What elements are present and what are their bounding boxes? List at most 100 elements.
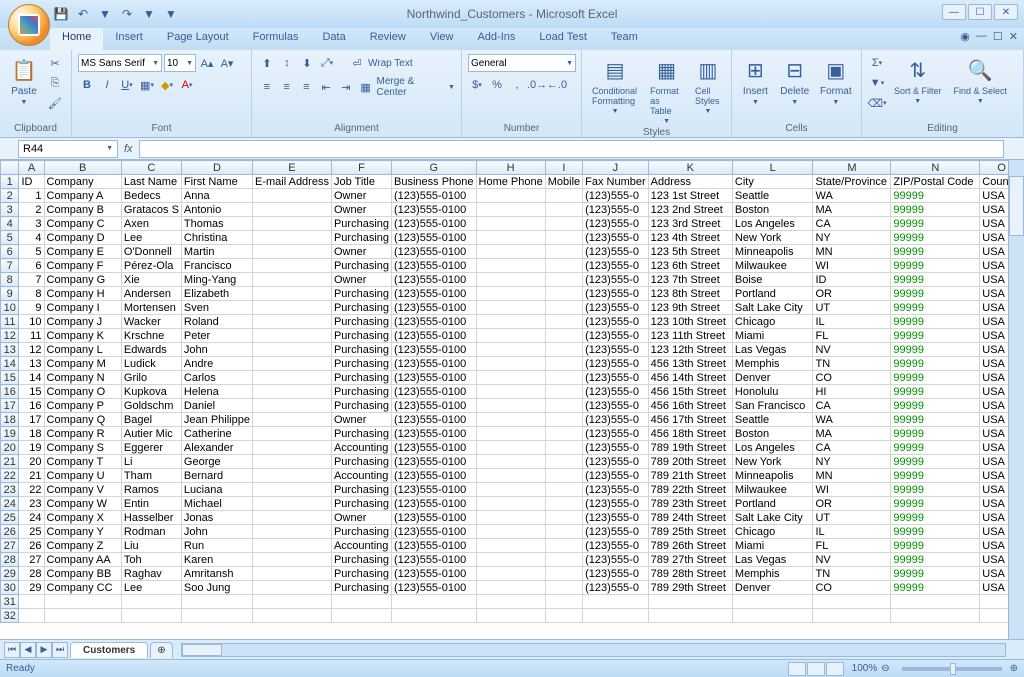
cell[interactable]: (123)555-0 xyxy=(583,329,649,343)
cell[interactable]: WA xyxy=(813,189,891,203)
cell[interactable]: Last Name xyxy=(121,175,181,189)
cell[interactable]: 99999 xyxy=(891,455,980,469)
cell[interactable]: 789 27th Street xyxy=(648,553,732,567)
align-top-icon[interactable]: ⬆ xyxy=(258,54,276,72)
cell[interactable]: (123)555-0100 xyxy=(392,469,477,483)
cell[interactable]: (123)555-0 xyxy=(583,511,649,525)
cell[interactable]: (123)555-0100 xyxy=(392,287,477,301)
row-header[interactable]: 25 xyxy=(1,511,19,525)
cell[interactable]: Daniel xyxy=(181,399,252,413)
cell[interactable]: 123 10th Street xyxy=(648,315,732,329)
cell[interactable]: New York xyxy=(732,455,813,469)
cell[interactable] xyxy=(545,231,582,245)
cell[interactable]: Purchasing xyxy=(331,329,391,343)
wrap-text-icon[interactable]: ⏎ xyxy=(348,54,366,72)
cell[interactable]: John xyxy=(181,343,252,357)
shrink-font-icon[interactable]: A▾ xyxy=(218,54,236,72)
cell[interactable]: IL xyxy=(813,525,891,539)
cell[interactable] xyxy=(545,469,582,483)
cell[interactable]: Owner xyxy=(331,511,391,525)
cell[interactable] xyxy=(252,315,331,329)
cell[interactable]: Michael xyxy=(181,497,252,511)
cell[interactable]: Accounting xyxy=(331,539,391,553)
cell[interactable]: (123)555-0100 xyxy=(392,567,477,581)
cell[interactable] xyxy=(545,553,582,567)
cell[interactable] xyxy=(476,371,545,385)
cell[interactable]: 99999 xyxy=(891,483,980,497)
cell[interactable]: (123)555-0100 xyxy=(392,581,477,595)
cell[interactable]: 21 xyxy=(19,469,44,483)
cell[interactable]: Business Phone xyxy=(392,175,477,189)
cell[interactable]: Purchasing xyxy=(331,497,391,511)
cell[interactable]: (123)555-0 xyxy=(583,497,649,511)
cell[interactable] xyxy=(476,399,545,413)
cell[interactable] xyxy=(252,595,331,609)
cell[interactable]: Amritansh xyxy=(181,567,252,581)
cell[interactable]: 99999 xyxy=(891,245,980,259)
cell[interactable]: 99999 xyxy=(891,189,980,203)
cell[interactable] xyxy=(252,357,331,371)
cell[interactable]: 99999 xyxy=(891,567,980,581)
cell[interactable]: 123 1st Street xyxy=(648,189,732,203)
save-icon[interactable]: 💾 xyxy=(52,5,70,23)
cell[interactable]: Miami xyxy=(732,539,813,553)
cell[interactable]: NV xyxy=(813,553,891,567)
cell[interactable]: (123)555-0 xyxy=(583,287,649,301)
cell[interactable]: (123)555-0 xyxy=(583,413,649,427)
cell[interactable]: 1 xyxy=(19,189,44,203)
cell[interactable]: Antonio xyxy=(181,203,252,217)
row-header[interactable]: 11 xyxy=(1,315,19,329)
cell[interactable] xyxy=(19,595,44,609)
column-header-F[interactable]: F xyxy=(331,161,391,175)
row-header[interactable]: 16 xyxy=(1,385,19,399)
cell[interactable] xyxy=(476,427,545,441)
cell[interactable] xyxy=(476,273,545,287)
cell[interactable]: (123)555-0 xyxy=(583,371,649,385)
cell[interactable]: (123)555-0100 xyxy=(392,525,477,539)
cell[interactable]: 789 28th Street xyxy=(648,567,732,581)
cell[interactable]: Boston xyxy=(732,203,813,217)
cell[interactable] xyxy=(545,609,582,623)
delete-cells-button[interactable]: ⊟Delete▼ xyxy=(777,54,813,108)
cell[interactable]: (123)555-0100 xyxy=(392,483,477,497)
cell[interactable]: 99999 xyxy=(891,315,980,329)
cell[interactable]: (123)555-0 xyxy=(583,357,649,371)
cell[interactable]: Christina xyxy=(181,231,252,245)
cell[interactable] xyxy=(476,315,545,329)
cell[interactable]: Ming-Yang xyxy=(181,273,252,287)
cell[interactable]: Bagel xyxy=(121,413,181,427)
cell[interactable]: Purchasing xyxy=(331,315,391,329)
cell[interactable] xyxy=(891,609,980,623)
column-header-I[interactable]: I xyxy=(545,161,582,175)
cell[interactable]: 99999 xyxy=(891,385,980,399)
cell[interactable] xyxy=(252,329,331,343)
cell[interactable]: 789 24th Street xyxy=(648,511,732,525)
cell[interactable] xyxy=(476,357,545,371)
cell[interactable]: Toh xyxy=(121,553,181,567)
qat-customize-icon[interactable]: ▼ xyxy=(162,5,180,23)
cell[interactable] xyxy=(545,259,582,273)
cell[interactable] xyxy=(476,217,545,231)
cell[interactable]: (123)555-0 xyxy=(583,581,649,595)
decrease-decimal-icon[interactable]: ←.0 xyxy=(548,76,566,94)
cell[interactable] xyxy=(121,609,181,623)
cell[interactable]: Purchasing xyxy=(331,581,391,595)
cell[interactable]: 123 5th Street xyxy=(648,245,732,259)
cut-icon[interactable]: ✂ xyxy=(46,54,64,72)
cell[interactable]: UT xyxy=(813,511,891,525)
cell[interactable]: Helena xyxy=(181,385,252,399)
cell[interactable]: 28 xyxy=(19,567,44,581)
cell[interactable]: (123)555-0100 xyxy=(392,497,477,511)
help-icon[interactable]: ◉ xyxy=(960,30,970,43)
cell[interactable] xyxy=(732,609,813,623)
cell[interactable]: Purchasing xyxy=(331,427,391,441)
row-header[interactable]: 1 xyxy=(1,175,19,189)
cell[interactable]: (123)555-0 xyxy=(583,567,649,581)
cell[interactable]: Peter xyxy=(181,329,252,343)
cell[interactable]: Company S xyxy=(44,441,121,455)
column-header-G[interactable]: G xyxy=(392,161,477,175)
cell[interactable]: CA xyxy=(813,441,891,455)
row-header[interactable]: 29 xyxy=(1,567,19,581)
cell[interactable]: 11 xyxy=(19,329,44,343)
cell[interactable]: 456 16th Street xyxy=(648,399,732,413)
